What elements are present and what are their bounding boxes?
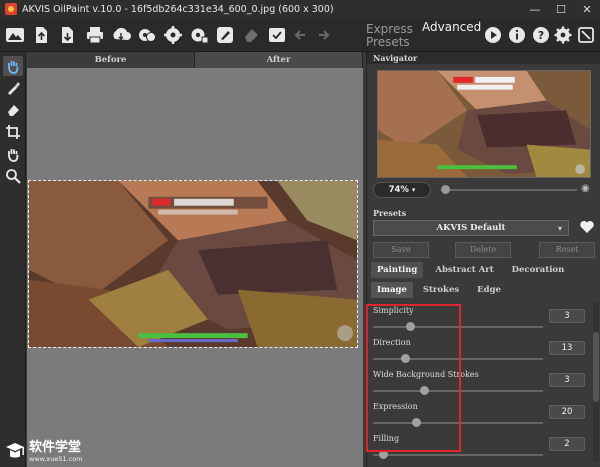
tab-presets-label: Presets: [366, 35, 410, 49]
batch-icon[interactable]: [136, 24, 158, 46]
tab-image[interactable]: Image: [371, 282, 413, 298]
tool-hand[interactable]: [3, 56, 23, 76]
gear-plus-icon[interactable]: [188, 24, 210, 46]
tab-abstract-art[interactable]: Abstract Art: [429, 262, 499, 278]
hand-icon: [8, 61, 19, 74]
zoom-slider-knob[interactable]: [441, 185, 450, 194]
brush-icon[interactable]: [214, 24, 236, 46]
tool-pan[interactable]: [3, 144, 23, 164]
zoom-control: 74% ▾ ◉: [373, 182, 595, 198]
heart-icon[interactable]: [579, 219, 595, 235]
watermark-logo-icon: [6, 443, 24, 458]
share-icon[interactable]: [110, 24, 132, 46]
param-value-field[interactable]: 3: [549, 373, 585, 387]
highlight-box: [366, 304, 461, 452]
eraser-icon: [8, 105, 19, 116]
chevron-down-icon: ▾: [557, 223, 562, 233]
help-icon[interactable]: ?: [530, 24, 552, 46]
param-slider-track[interactable]: [373, 454, 543, 456]
navigator-header: Navigator: [367, 52, 600, 64]
eraser-disabled-icon: [240, 24, 262, 46]
tab-after[interactable]: After: [195, 52, 363, 68]
minimize-button[interactable]: —: [522, 0, 548, 18]
open-file-icon[interactable]: [30, 24, 52, 46]
maximize-button[interactable]: ☐: [548, 0, 574, 18]
pan-icon: [8, 149, 19, 162]
tab-advanced[interactable]: Advanced: [422, 21, 481, 34]
tool-crop[interactable]: [3, 122, 23, 142]
close-button[interactable]: ✕: [574, 0, 600, 18]
tab-strokes[interactable]: Strokes: [417, 282, 465, 298]
main-tabs: Painting Abstract Art Decoration: [371, 262, 597, 278]
home-icon[interactable]: [4, 24, 26, 46]
tab-express-presets[interactable]: Express Presets: [366, 23, 413, 49]
app-logo-icon: [5, 3, 17, 15]
tab-before[interactable]: Before: [27, 52, 195, 68]
tool-zoom[interactable]: [3, 166, 23, 186]
zoom-reset-icon[interactable]: ◉: [581, 183, 590, 194]
tab-decoration[interactable]: Decoration: [506, 262, 571, 278]
sub-tabs: Image Strokes Edge: [371, 282, 597, 298]
presets-header: Presets: [367, 207, 600, 219]
watermark-url: www.xue51.com: [29, 455, 83, 463]
notifications-icon[interactable]: [575, 24, 597, 46]
settings-gear-icon[interactable]: [162, 24, 184, 46]
redo-icon[interactable]: [312, 24, 334, 46]
apply-icon[interactable]: [266, 24, 288, 46]
zoom-slider-track[interactable]: [443, 189, 577, 191]
delete-preset-button[interactable]: Delete: [455, 242, 511, 258]
crop-icon: [6, 125, 20, 139]
before-after-tabs: Before After: [27, 52, 363, 68]
reset-preset-button[interactable]: Reset: [539, 242, 595, 258]
tool-eraser[interactable]: [3, 100, 23, 120]
watermark: 软件学堂 www.xue51.com: [4, 439, 83, 465]
zoom-value: 74%: [388, 185, 409, 195]
painted-image[interactable]: [28, 180, 358, 348]
navigator-thumbnail[interactable]: [377, 70, 591, 178]
save-file-icon[interactable]: [56, 24, 78, 46]
tool-strip: [0, 52, 26, 467]
tool-brush[interactable]: [3, 78, 23, 98]
zoom-dropdown[interactable]: 74% ▾: [373, 182, 431, 198]
undo-icon[interactable]: [290, 24, 312, 46]
preset-select[interactable]: AKVIS Default ▾: [373, 220, 569, 236]
brush-icon: [8, 82, 20, 95]
panel-scrollbar[interactable]: [593, 302, 599, 462]
chevron-down-icon: ▾: [411, 186, 416, 194]
param-value-field[interactable]: 3: [549, 309, 585, 323]
scrollbar-thumb[interactable]: [593, 332, 599, 402]
image-workspace[interactable]: Before After: [27, 52, 363, 467]
zoom-icon: [6, 169, 21, 184]
preferences-icon[interactable]: [552, 24, 574, 46]
window-title: AKVIS OilPaint v.10.0 - 16f5db264c331e34…: [22, 3, 334, 15]
title-bar: AKVIS OilPaint v.10.0 - 16f5db264c331e34…: [0, 0, 600, 18]
save-preset-button[interactable]: Save: [373, 242, 429, 258]
print-icon[interactable]: [84, 24, 106, 46]
param-value-field[interactable]: 2: [549, 437, 585, 451]
preset-selected: AKVIS Default: [436, 223, 506, 233]
toolbar: Express Presets Advanced ?: [0, 18, 600, 52]
param-value-field[interactable]: 13: [549, 341, 585, 355]
param-value-field[interactable]: 20: [549, 405, 585, 419]
svg-text:?: ?: [538, 29, 544, 42]
run-icon[interactable]: [482, 24, 504, 46]
watermark-name: 软件学堂: [29, 440, 82, 455]
tab-painting[interactable]: Painting: [371, 262, 424, 278]
preset-row: AKVIS Default ▾: [373, 220, 595, 236]
info-icon[interactable]: [506, 24, 528, 46]
tab-edge[interactable]: Edge: [471, 282, 507, 298]
